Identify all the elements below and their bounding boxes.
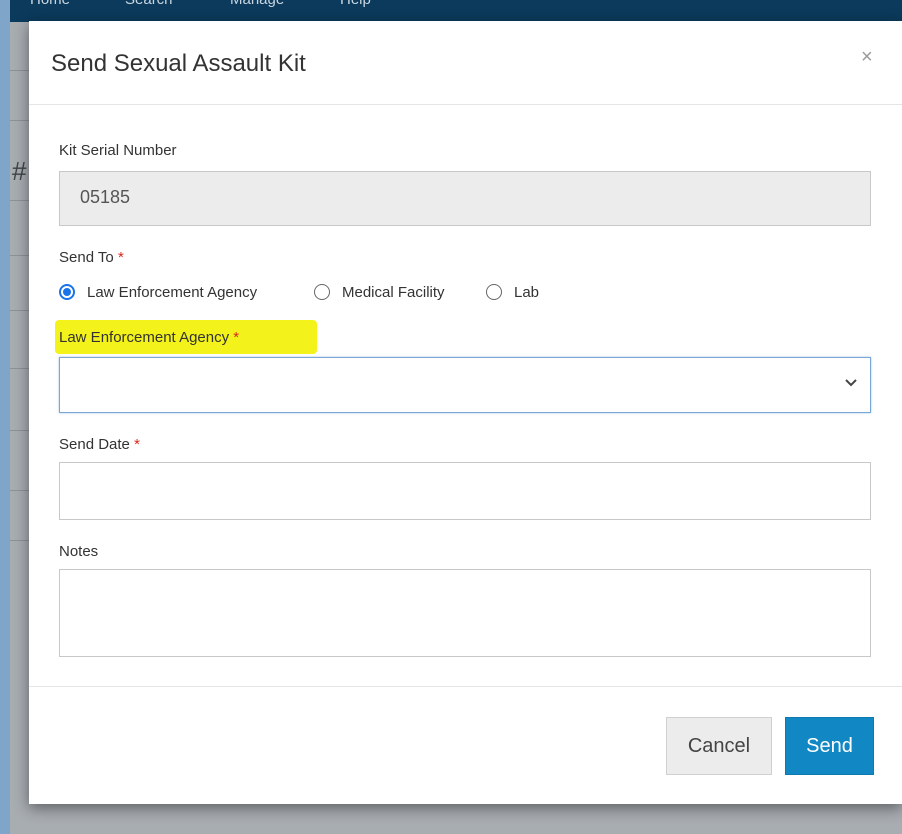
- required-asterisk: *: [233, 329, 240, 346]
- nav-item-search[interactable]: Search: [125, 0, 173, 8]
- modal-title: Send Sexual Assault Kit: [51, 50, 306, 77]
- kit-serial-label: Kit Serial Number: [59, 142, 177, 159]
- background-divider: [10, 368, 30, 369]
- background-divider: [10, 255, 30, 256]
- send-date-label-text: Send Date: [59, 436, 130, 453]
- modal-footer-divider: [29, 686, 902, 687]
- cancel-button[interactable]: Cancel: [666, 717, 772, 775]
- background-left-accent: [0, 0, 10, 834]
- background-divider: [10, 490, 30, 491]
- chevron-down-icon: [845, 379, 857, 387]
- radio-lab-label[interactable]: Lab: [514, 284, 539, 301]
- background-divider: [10, 540, 30, 541]
- notes-textarea[interactable]: [59, 569, 871, 657]
- kit-serial-field: 05185: [59, 171, 871, 226]
- modal-header: Send Sexual Assault Kit ×: [29, 21, 902, 105]
- radio-law-enforcement-label[interactable]: Law Enforcement Agency: [87, 284, 257, 301]
- nav-item-home[interactable]: Home: [30, 0, 70, 8]
- radio-medical-facility[interactable]: [314, 284, 330, 300]
- radio-medical-facility-label[interactable]: Medical Facility: [342, 284, 445, 301]
- send-to-label: Send To *: [59, 249, 124, 266]
- background-navbar: Home Search Manage Help: [10, 0, 902, 22]
- agency-label-text: Law Enforcement Agency: [59, 329, 230, 346]
- required-asterisk: *: [134, 436, 140, 453]
- send-date-field[interactable]: [59, 462, 871, 520]
- send-kit-modal: Send Sexual Assault Kit × Kit Serial Num…: [29, 21, 902, 804]
- nav-item-help[interactable]: Help: [340, 0, 371, 8]
- background-divider: [10, 200, 30, 201]
- send-date-label: Send Date *: [59, 436, 140, 453]
- background-divider: [10, 310, 30, 311]
- agency-label: Law Enforcement Agency *: [59, 329, 239, 346]
- background-hash-text: #: [12, 156, 27, 186]
- background-divider: [10, 70, 30, 71]
- nav-item-manage[interactable]: Manage: [230, 0, 284, 8]
- agency-select[interactable]: [59, 357, 871, 413]
- close-button[interactable]: ×: [861, 46, 873, 69]
- send-button[interactable]: Send: [785, 717, 874, 775]
- notes-label: Notes: [59, 543, 99, 560]
- background-divider: [10, 120, 30, 121]
- radio-lab[interactable]: [486, 284, 502, 300]
- send-to-label-text: Send To: [59, 249, 114, 266]
- radio-law-enforcement[interactable]: [59, 284, 75, 300]
- required-asterisk: *: [117, 249, 124, 266]
- background-divider: [10, 430, 30, 431]
